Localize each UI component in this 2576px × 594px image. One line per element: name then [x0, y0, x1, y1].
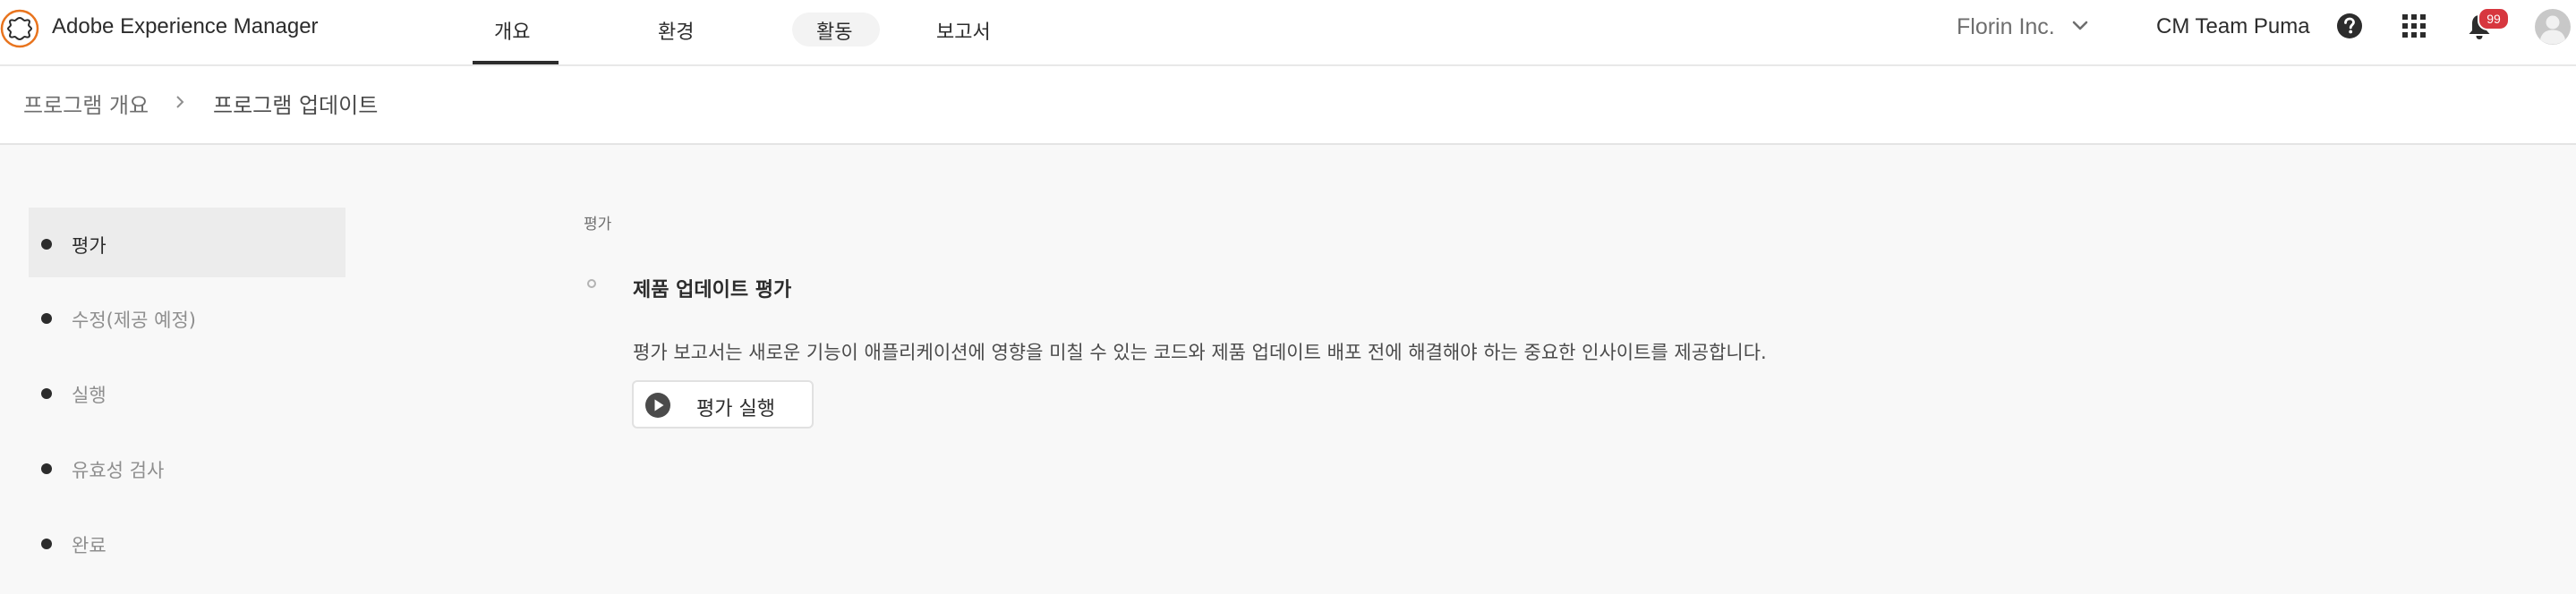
step-dot: [41, 463, 52, 474]
card-title: 제품 업데이트 평가: [633, 279, 792, 301]
tab-reports[interactable]: 보고서: [936, 16, 991, 45]
step-dot: [41, 539, 52, 549]
org-switcher[interactable]: Florin Inc.: [1957, 14, 2055, 40]
step-dot: [41, 388, 52, 399]
step-label: 평가: [72, 235, 107, 257]
step-label: 실행: [72, 385, 107, 406]
play-icon: [645, 393, 670, 418]
step-label: 완료: [72, 535, 107, 556]
team-switcher[interactable]: CM Team Puma: [2156, 14, 2310, 39]
chevron-down-icon[interactable]: [2071, 16, 2089, 34]
chevron-right-icon: [176, 96, 184, 108]
step-label: 유효성 검사: [72, 460, 165, 481]
section-label: 평가: [584, 216, 612, 233]
help-icon[interactable]: [2336, 13, 2363, 39]
tab-overview[interactable]: 개요: [494, 16, 530, 45]
run-assessment-button[interactable]: 평가 실행: [632, 380, 814, 429]
tab-activity[interactable]: 활동: [816, 16, 852, 45]
step-label: 수정(제공 예정): [72, 310, 196, 331]
app-title: Adobe Experience Manager: [52, 14, 319, 38]
top-navigation-bar: Adobe Experience Manager 개요 환경 활동 보고서 Fl…: [0, 0, 2576, 66]
timeline-marker: [587, 279, 596, 288]
tab-environments[interactable]: 환경: [658, 16, 694, 45]
run-assessment-label: 평가 실행: [696, 398, 775, 420]
app-switcher-icon[interactable]: [2401, 13, 2427, 38]
breadcrumb-current-page: 프로그램 업데이트: [213, 93, 379, 118]
notification-badge: 99: [2478, 7, 2510, 30]
active-tab-indicator: [473, 61, 559, 64]
card-description: 평가 보고서는 새로운 기능이 애플리케이션에 영향을 미칠 수 있는 코드와 …: [633, 342, 1767, 363]
step-dot: [41, 239, 52, 250]
avatar[interactable]: [2534, 8, 2572, 46]
breadcrumb: 프로그램 개요 프로그램 업데이트: [0, 66, 2576, 145]
breadcrumb-program-overview[interactable]: 프로그램 개요: [23, 88, 149, 119]
aem-logo-icon[interactable]: [0, 9, 39, 48]
step-dot: [41, 313, 52, 324]
